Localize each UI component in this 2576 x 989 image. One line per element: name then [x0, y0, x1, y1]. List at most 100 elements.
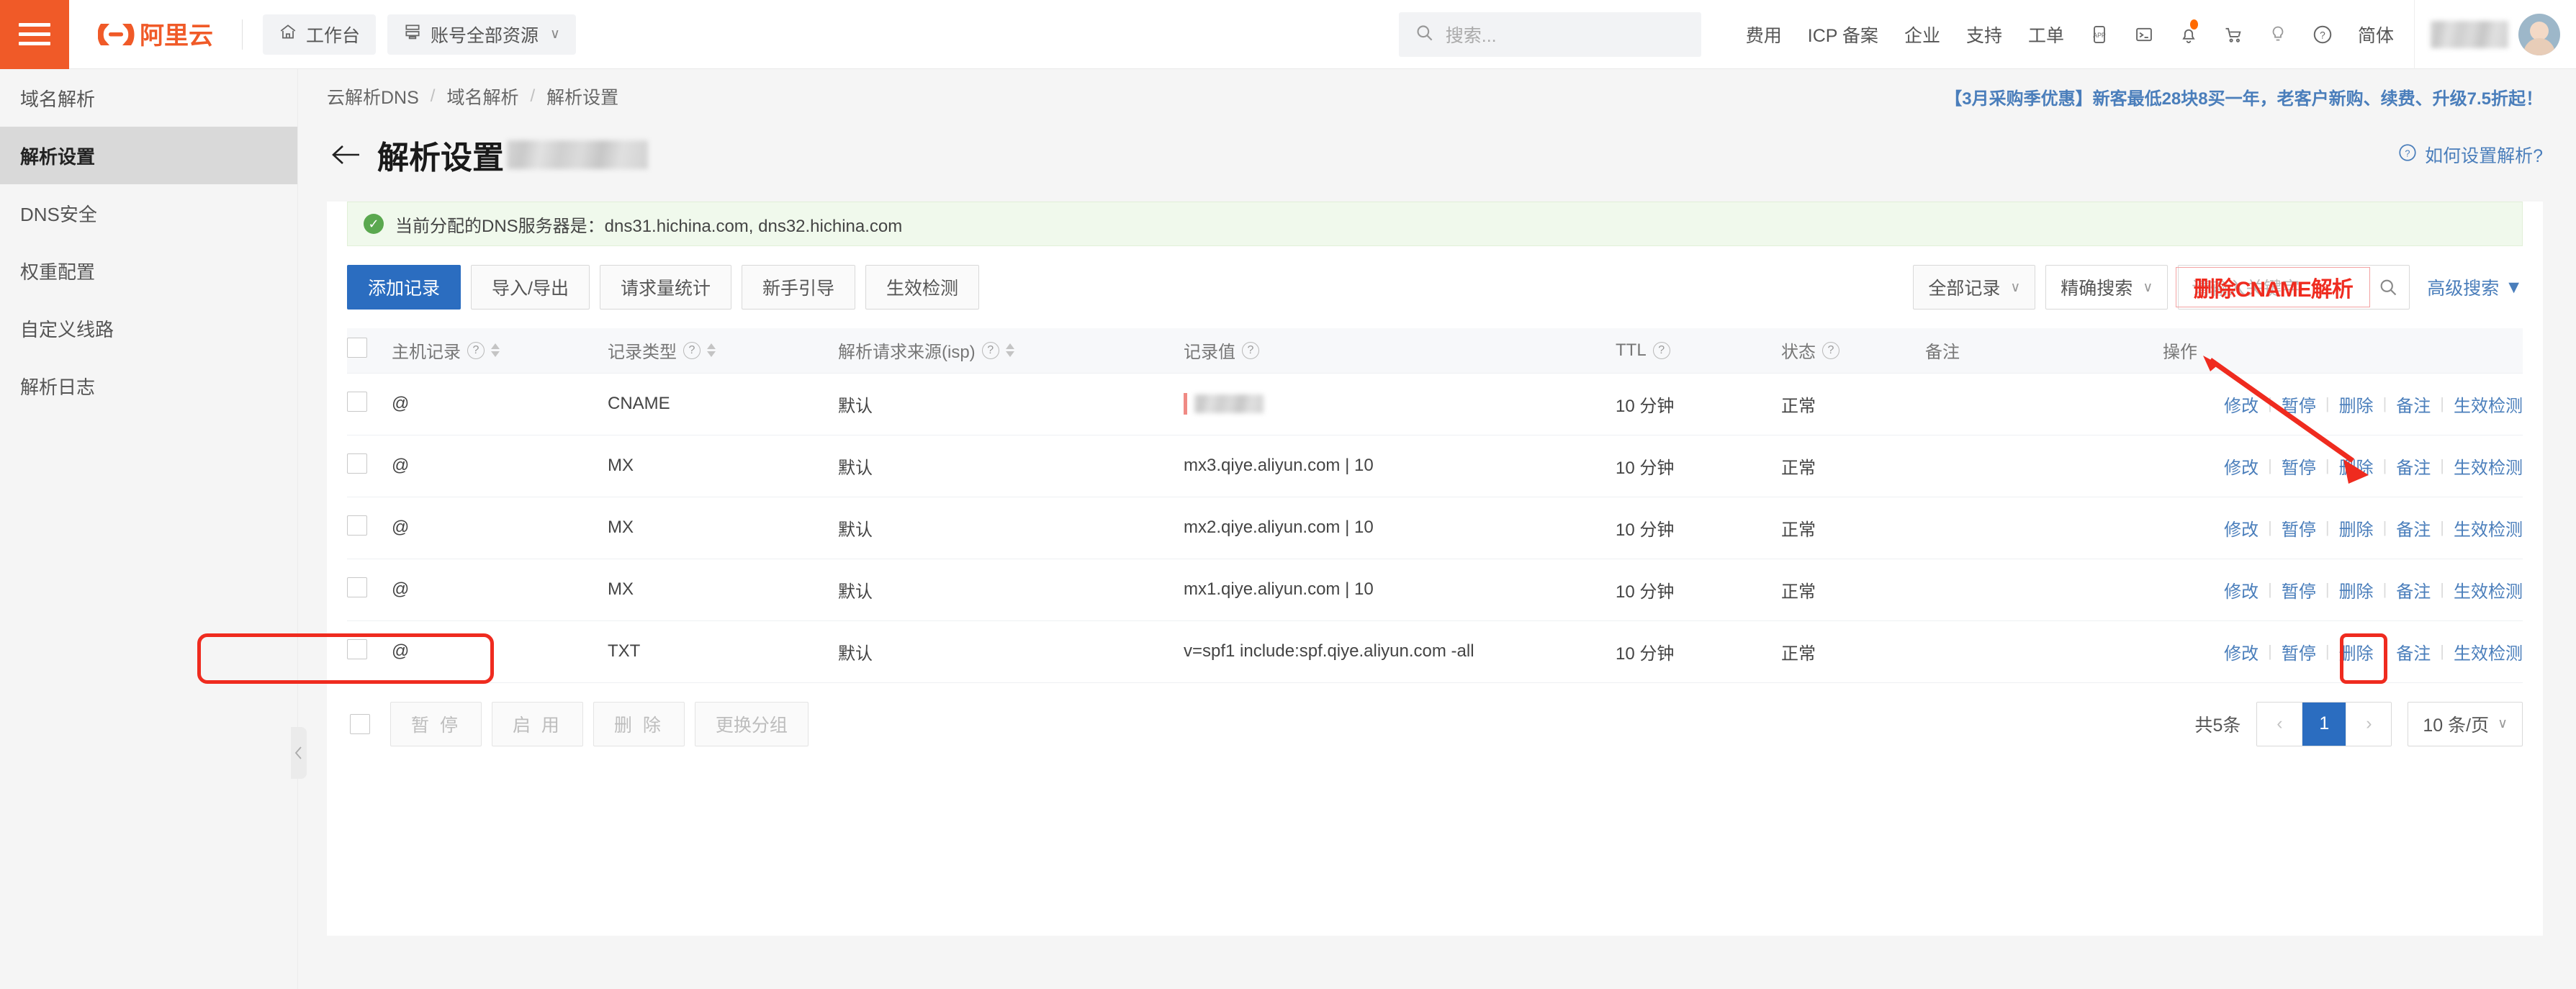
action-edit[interactable]: 修改	[2224, 639, 2258, 664]
action-remark[interactable]: 备注	[2396, 639, 2431, 664]
action-edit[interactable]: 修改	[2224, 577, 2258, 602]
sidebar-item-domain-resolution[interactable]: 域名解析	[0, 69, 297, 127]
cell-value: mx3.qiye.aliyun.com | 10	[1184, 435, 1616, 497]
bulk-pause-button[interactable]: 暂 停	[390, 701, 482, 746]
row-checkbox[interactable]	[347, 453, 367, 474]
record-type-filter[interactable]: 全部记录 ∨	[1913, 265, 2036, 310]
page-1-button[interactable]: 1	[2302, 702, 2347, 746]
sort-host[interactable]	[491, 343, 500, 358]
action-edit[interactable]: 修改	[2224, 453, 2258, 479]
bulk-enable-button[interactable]: 启 用	[491, 701, 583, 746]
sidebar-item-dns-security[interactable]: DNS安全	[0, 184, 297, 242]
action-effect-check[interactable]: 生效检测	[2454, 577, 2523, 602]
column-ttl-label: TTL	[1616, 340, 1647, 360]
svg-text:APP: APP	[2093, 32, 2106, 39]
next-page-button[interactable]: ›	[2346, 702, 2392, 746]
action-effect-check[interactable]: 生效检测	[2454, 515, 2523, 541]
header-link-ticket[interactable]: 工单	[2015, 22, 2077, 48]
bulk-change-group-button[interactable]: 更换分组	[694, 701, 809, 746]
sidebar-item-resolution-settings[interactable]: 解析设置	[0, 127, 297, 184]
action-delete[interactable]: 删除	[2339, 392, 2374, 417]
action-pause[interactable]: 暂停	[2282, 453, 2316, 479]
cart-icon[interactable]	[2211, 12, 2256, 57]
header-link-support[interactable]: 支持	[1953, 22, 2015, 48]
sidebar-item-custom-line[interactable]: 自定义线路	[0, 299, 297, 357]
help-icon[interactable]: ?	[683, 341, 701, 359]
all-resources-dropdown[interactable]: 账号全部资源 ∨	[387, 14, 576, 55]
table-row: @ MX 默认 mx1.qiye.aliyun.com | 10 10 分钟 正…	[347, 559, 2523, 621]
account-menu[interactable]	[2415, 13, 2576, 55]
sidebar-collapse-handle[interactable]	[291, 727, 307, 779]
workbench-button[interactable]: 工作台	[263, 14, 377, 55]
select-all-checkbox[interactable]	[347, 338, 367, 358]
records-search-button[interactable]	[2367, 266, 2409, 309]
action-delete[interactable]: 删除	[2339, 515, 2374, 541]
prev-page-button[interactable]: ‹	[2257, 702, 2302, 746]
action-delete[interactable]: 删除	[2339, 453, 2374, 479]
page-size-select[interactable]: 10 条/页 ∨	[2408, 701, 2523, 746]
help-link-label: 如何设置解析?	[2425, 146, 2543, 166]
action-effect-check[interactable]: 生效检测	[2454, 453, 2523, 479]
hamburger-icon[interactable]	[0, 0, 69, 69]
action-edit[interactable]: 修改	[2224, 392, 2258, 417]
add-record-button[interactable]: 添加记录	[347, 265, 461, 310]
help-link[interactable]: ? 如何设置解析?	[2397, 142, 2543, 168]
arrow-left-icon[interactable]	[327, 135, 366, 174]
action-pause[interactable]: 暂停	[2282, 639, 2316, 664]
column-value-label: 记录值	[1184, 343, 1235, 363]
avatar	[2518, 13, 2560, 55]
row-checkbox[interactable]	[347, 638, 367, 659]
header-link-icp[interactable]: ICP 备案	[1795, 22, 1891, 48]
advanced-search-toggle[interactable]: 高级搜索 ▼	[2427, 274, 2523, 300]
bell-icon[interactable]	[2166, 12, 2211, 57]
request-stats-button[interactable]: 请求量统计	[599, 265, 731, 310]
help-icon[interactable]: ?	[981, 341, 999, 359]
sidebar-item-resolution-log[interactable]: 解析日志	[0, 357, 297, 415]
brand[interactable]: 阿里云	[98, 18, 263, 51]
beginner-guide-button[interactable]: 新手引导	[741, 265, 855, 310]
header-link-enterprise[interactable]: 企业	[1891, 22, 1953, 48]
import-export-button[interactable]: 导入/导出	[471, 265, 590, 310]
action-delete[interactable]: 删除	[2339, 639, 2374, 664]
help-icon[interactable]: ?	[1652, 341, 1670, 359]
promo-banner[interactable]: 【3月采购季优惠】新客最低28块8买一年，老客户新购、续费、升级7.5折起！	[1945, 84, 2543, 109]
row-checkbox[interactable]	[347, 391, 367, 412]
action-delete[interactable]: 删除	[2339, 577, 2374, 602]
breadcrumb-item-domain-resolution[interactable]: 域名解析	[446, 83, 518, 109]
action-pause[interactable]: 暂停	[2282, 577, 2316, 602]
row-checkbox[interactable]	[347, 577, 367, 597]
action-remark[interactable]: 备注	[2396, 515, 2431, 541]
language-switcher[interactable]: 简体	[2345, 22, 2407, 48]
row-checkbox[interactable]	[347, 515, 367, 536]
action-remark[interactable]: 备注	[2396, 392, 2431, 417]
lightbulb-icon[interactable]	[2256, 12, 2300, 57]
sidebar-item-weight-config[interactable]: 权重配置	[0, 242, 297, 299]
question-icon[interactable]: ?	[2300, 12, 2345, 57]
global-search-input[interactable]: 搜索...	[1398, 12, 1701, 57]
column-status: 状态 ?	[1781, 328, 1925, 373]
action-pause[interactable]: 暂停	[2282, 515, 2316, 541]
action-effect-check[interactable]: 生效检测	[2454, 639, 2523, 664]
bulk-delete-button[interactable]: 删 除	[593, 701, 685, 746]
help-icon[interactable]: ?	[467, 341, 485, 359]
column-ttl: TTL ?	[1616, 328, 1781, 373]
action-edit[interactable]: 修改	[2224, 515, 2258, 541]
help-icon[interactable]: ?	[1822, 341, 1839, 359]
action-effect-check[interactable]: 生效检测	[2454, 392, 2523, 417]
search-mode-filter[interactable]: 精确搜索 ∨	[2045, 265, 2169, 310]
row-select	[347, 559, 392, 621]
effect-check-button[interactable]: 生效检测	[865, 265, 980, 310]
terminal-icon[interactable]	[2122, 12, 2166, 57]
app-icon[interactable]: APP	[2077, 12, 2122, 57]
action-remark[interactable]: 备注	[2396, 453, 2431, 479]
breadcrumb-item-cloud-dns[interactable]: 云解析DNS	[327, 83, 419, 109]
sort-type[interactable]	[707, 343, 716, 358]
footer-select-all-checkbox[interactable]	[350, 713, 370, 734]
header-link-fees[interactable]: 费用	[1733, 22, 1795, 48]
sort-isp[interactable]	[1005, 343, 1014, 358]
help-icon[interactable]: ?	[1242, 341, 1259, 359]
action-remark[interactable]: 备注	[2396, 577, 2431, 602]
action-pause[interactable]: 暂停	[2282, 392, 2316, 417]
records-search-input[interactable]: 请输入关键字	[2179, 266, 2367, 309]
aliyun-logo-icon: 阿里云	[98, 18, 222, 51]
